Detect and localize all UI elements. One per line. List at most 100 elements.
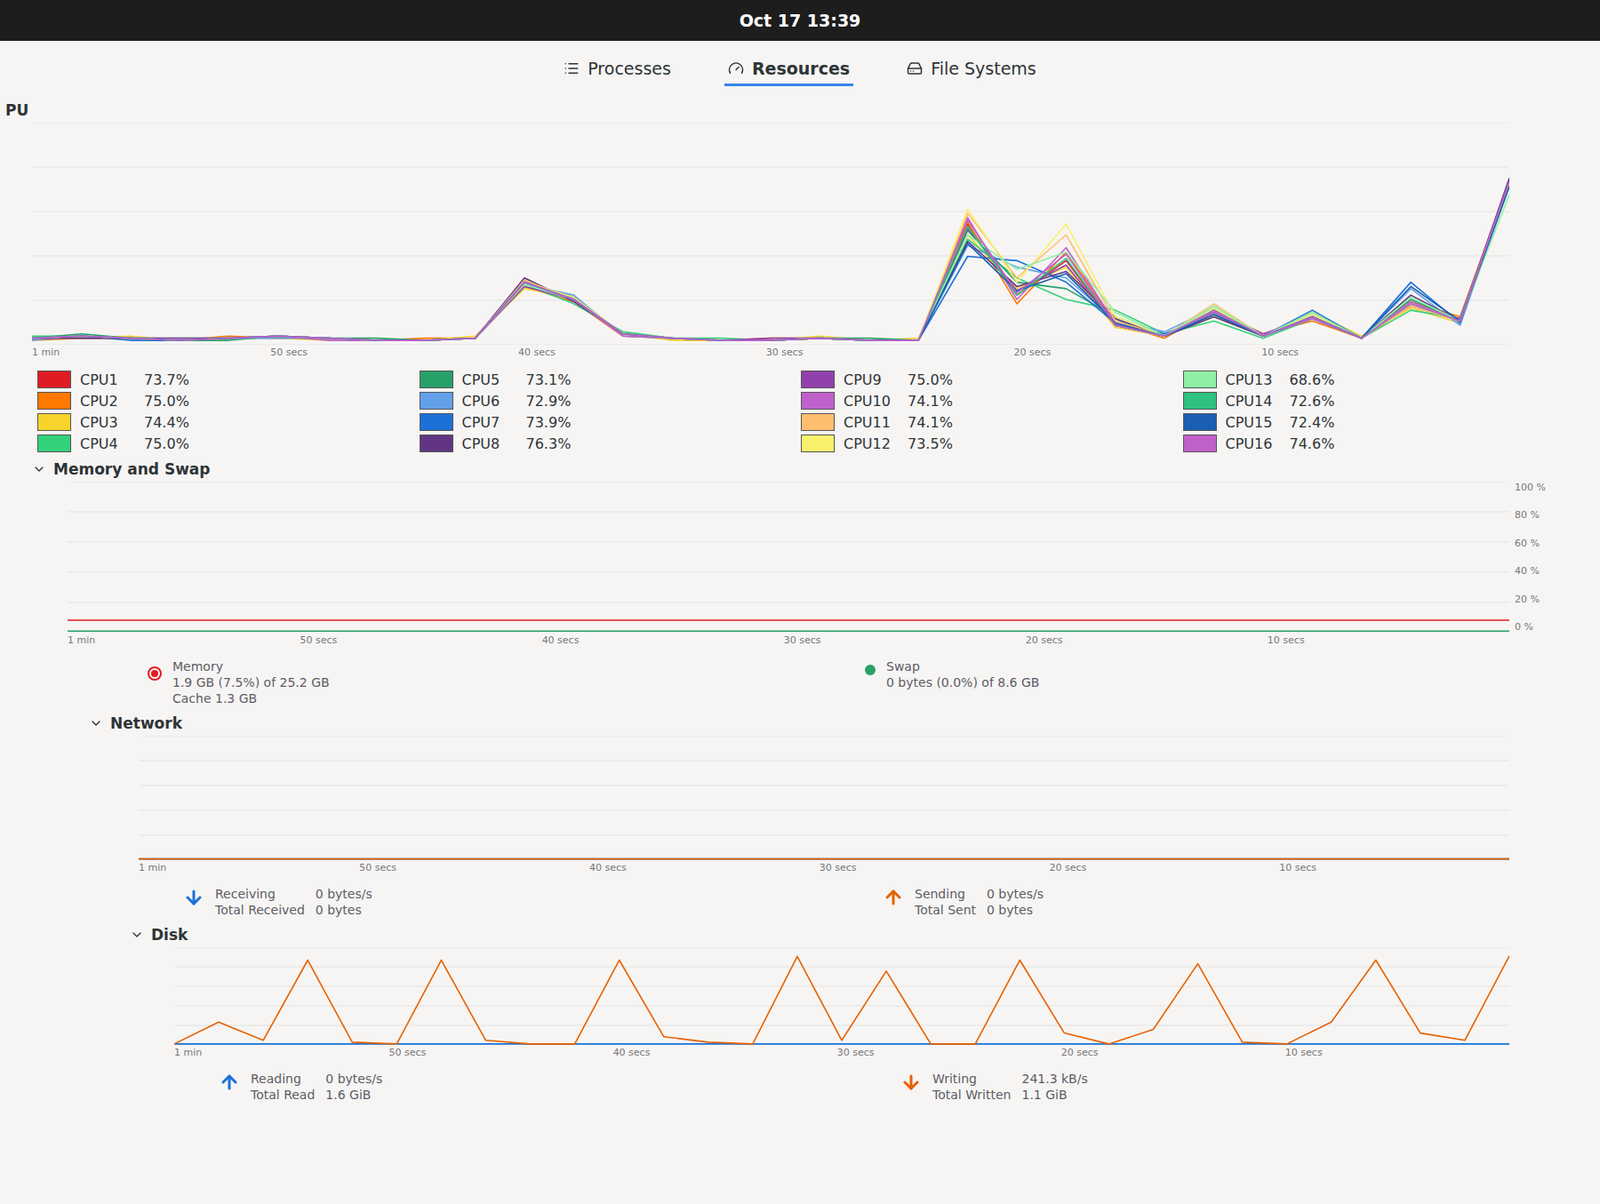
series-line bbox=[32, 177, 1510, 341]
x-tick: 40 secs bbox=[542, 634, 580, 649]
memory-detail: 1.9 GB (7.5%) of 25.2 GB bbox=[172, 675, 330, 690]
color-swatch[interactable] bbox=[37, 392, 72, 410]
tab[interactable]: Processes bbox=[560, 53, 675, 87]
color-swatch[interactable] bbox=[1183, 413, 1217, 432]
chevron-icon[interactable] bbox=[88, 716, 104, 731]
section-header[interactable]: Memory and Swap bbox=[5, 456, 1565, 482]
chevron-icon[interactable] bbox=[32, 462, 47, 477]
cpu-legend-item[interactable]: CPU672.9% bbox=[419, 391, 802, 411]
network-chart-row: 1 min50 secs40 secs30 secs20 secs10 secs bbox=[5, 736, 1565, 879]
color-swatch[interactable] bbox=[1183, 392, 1217, 410]
y-tick: 40 % bbox=[1514, 565, 1565, 577]
color-swatch[interactable] bbox=[800, 434, 835, 453]
grid-line bbox=[138, 736, 1510, 737]
color-swatch[interactable] bbox=[37, 370, 72, 389]
color-swatch[interactable] bbox=[800, 392, 835, 410]
grid-line bbox=[32, 256, 1510, 257]
io-total-label: Total Sent bbox=[914, 903, 976, 918]
color-swatch[interactable] bbox=[800, 413, 835, 432]
cpu-legend-item[interactable]: CPU275.0% bbox=[37, 391, 420, 411]
x-tick: 50 secs bbox=[270, 346, 308, 361]
network-legend: ReceivingTotal Received0 bytes/s0 bytesS… bbox=[5, 878, 1565, 923]
tab[interactable]: File Systems bbox=[903, 53, 1040, 87]
x-tick: 1 min bbox=[138, 862, 167, 877]
cpu-legend-item[interactable]: CPU374.4% bbox=[37, 412, 420, 432]
color-swatch[interactable] bbox=[1183, 370, 1217, 389]
cpu-legend-item[interactable]: CPU573.1% bbox=[419, 369, 802, 390]
memory-chart bbox=[67, 481, 1510, 633]
io-total-label: Total Received bbox=[215, 903, 305, 918]
clock[interactable]: Oct 17 13:39 bbox=[739, 10, 862, 31]
section-header[interactable]: Disk bbox=[5, 922, 1565, 948]
color-swatch[interactable] bbox=[37, 413, 72, 432]
grid-line bbox=[32, 167, 1510, 168]
x-tick: 50 secs bbox=[389, 1047, 427, 1062]
cpu-legend-item[interactable]: CPU876.3% bbox=[419, 433, 802, 454]
section-header[interactable]: PU bbox=[5, 97, 1565, 123]
memory-pie-icon[interactable] bbox=[147, 666, 162, 681]
io-rate: 0 bytes/s bbox=[986, 887, 1044, 902]
io-label: Receiving bbox=[215, 887, 305, 902]
cpu-legend-item[interactable]: CPU1572.4% bbox=[1183, 412, 1566, 432]
cpu-chart bbox=[32, 122, 1510, 345]
series-line bbox=[32, 182, 1510, 341]
x-tick: 40 secs bbox=[518, 346, 556, 361]
cpu-legend-item[interactable]: CPU1174.1% bbox=[800, 412, 1184, 432]
list-icon bbox=[563, 60, 580, 77]
x-tick: 20 secs bbox=[1061, 1047, 1099, 1062]
grid-line bbox=[138, 810, 1510, 812]
arrow-down-icon bbox=[183, 887, 205, 909]
color-swatch[interactable] bbox=[419, 434, 454, 453]
io-legend: ReceivingTotal Received0 bytes/s0 bytes bbox=[183, 887, 865, 918]
series-line bbox=[138, 858, 1510, 861]
color-swatch[interactable] bbox=[37, 434, 72, 453]
chevron-icon[interactable] bbox=[129, 928, 144, 943]
series-line bbox=[67, 630, 1510, 632]
grid-line bbox=[67, 542, 1510, 544]
section-header[interactable]: Network bbox=[5, 711, 1565, 736]
grid-line bbox=[67, 512, 1510, 513]
grid-line bbox=[174, 967, 1510, 968]
cpu-legend-item[interactable]: CPU173.7% bbox=[37, 369, 420, 390]
series-line bbox=[32, 181, 1510, 341]
color-swatch[interactable] bbox=[419, 370, 454, 389]
series-line bbox=[32, 182, 1510, 341]
color-swatch[interactable] bbox=[419, 413, 454, 432]
cpu-legend-item[interactable]: CPU773.9% bbox=[419, 412, 802, 432]
series-line bbox=[32, 185, 1510, 341]
grid-line bbox=[32, 300, 1510, 302]
cpu-legend-item[interactable]: CPU1472.6% bbox=[1183, 391, 1566, 411]
section-title: Disk bbox=[151, 926, 188, 944]
io-total: 0 bytes bbox=[986, 903, 1044, 918]
grid-line bbox=[67, 572, 1510, 574]
cpu-legend-item[interactable]: CPU1674.6% bbox=[1183, 433, 1566, 454]
y-tick: 20 % bbox=[1514, 593, 1565, 606]
io-rate: 0 bytes/s bbox=[315, 887, 373, 902]
swap-dot[interactable] bbox=[864, 664, 876, 676]
grid-line bbox=[67, 632, 1510, 634]
io-label: Writing bbox=[932, 1072, 1011, 1087]
network-chart bbox=[138, 736, 1510, 861]
cpu-legend-item[interactable]: CPU1368.6% bbox=[1183, 369, 1566, 390]
series-line bbox=[32, 183, 1510, 341]
series-line bbox=[32, 183, 1510, 341]
cpu-legend: CPU173.7%CPU275.0%CPU374.4%CPU475.0% CPU5… bbox=[5, 362, 1565, 457]
y-axis: 100 %80 %60 %40 %20 %0 % bbox=[1514, 481, 1565, 633]
x-axis: 1 min50 secs40 secs30 secs20 secs10 secs bbox=[138, 860, 1510, 879]
cpu-legend-item[interactable]: CPU975.0% bbox=[800, 369, 1184, 390]
section-title: Network bbox=[110, 714, 183, 733]
x-tick: 20 secs bbox=[1048, 862, 1087, 877]
tab[interactable]: Resources bbox=[724, 53, 854, 87]
color-swatch[interactable] bbox=[1183, 434, 1217, 453]
grid-line bbox=[174, 986, 1510, 988]
arrow-down-icon bbox=[900, 1072, 922, 1094]
color-swatch[interactable] bbox=[800, 370, 835, 389]
cpu-legend-item[interactable]: CPU1273.5% bbox=[800, 433, 1184, 454]
x-tick: 10 secs bbox=[1267, 634, 1305, 649]
series-line bbox=[32, 183, 1510, 341]
color-swatch[interactable] bbox=[419, 392, 454, 410]
grid-line bbox=[174, 1045, 1510, 1047]
series-line bbox=[32, 184, 1510, 341]
cpu-legend-item[interactable]: CPU475.0% bbox=[37, 433, 420, 454]
cpu-legend-item[interactable]: CPU1074.1% bbox=[800, 391, 1184, 411]
